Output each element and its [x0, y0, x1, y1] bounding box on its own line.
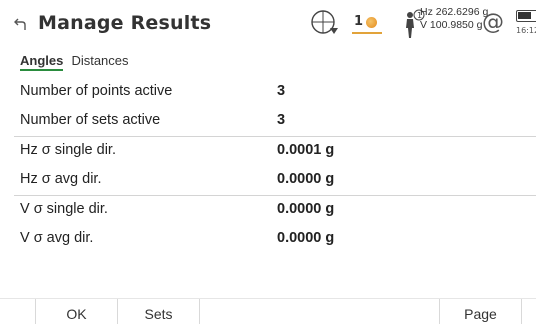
row-label: Number of sets active — [20, 112, 161, 128]
row-value: 0.0000 g — [277, 201, 335, 217]
results-table: Number of points active 3 Number of sets… — [0, 78, 536, 254]
at-sign-icon[interactable]: @ — [482, 10, 504, 35]
row-label: Hz σ single dir. — [20, 142, 116, 158]
tab-distances[interactable]: Distances — [71, 53, 128, 68]
sets-button[interactable]: Sets — [118, 299, 200, 324]
row-sets-active: Number of sets active 3 — [0, 107, 536, 136]
row-value: 0.0000 g — [277, 171, 335, 187]
back-arrow-icon[interactable] — [13, 16, 29, 32]
angle-readout: Hz 262.6296 g V 100.9850 g — [420, 6, 488, 32]
prism-number: 1 — [354, 14, 364, 29]
row-hz-single-dir: Hz σ single dir. 0.0001 g — [0, 137, 536, 166]
row-hz-avg-dir: Hz σ avg dir. 0.0000 g — [0, 166, 536, 195]
row-value: 0.0001 g — [277, 142, 335, 158]
prism-underline — [352, 32, 382, 34]
clock-time: 16:12 — [516, 26, 536, 35]
page-title: Manage Results — [38, 12, 212, 34]
battery-fill — [518, 12, 531, 19]
softkey-spacer — [0, 299, 36, 324]
prism-status-icon[interactable]: 1 — [352, 12, 390, 38]
empty-softkey[interactable] — [200, 299, 440, 324]
row-value: 0.0000 g — [277, 230, 335, 246]
row-label: Hz σ avg dir. — [20, 171, 102, 187]
tab-angles[interactable]: Angles — [20, 53, 64, 71]
row-v-single-dir: V σ single dir. 0.0000 g — [0, 196, 536, 225]
header-bar: Manage Results 1 1 Hz 262.6296 g V 100.9… — [0, 0, 536, 46]
row-label: Number of points active — [20, 83, 173, 99]
softkey-bar: OK Sets Page — [0, 298, 536, 324]
row-value: 3 — [277, 83, 286, 99]
row-value: 3 — [277, 112, 286, 128]
row-label: V σ single dir. — [20, 201, 108, 217]
target-crosshair-icon[interactable] — [308, 8, 342, 38]
ok-button[interactable]: OK — [36, 299, 118, 324]
tab-bar: Angles Distances — [20, 50, 132, 71]
row-points-active: Number of points active 3 — [0, 78, 536, 107]
page-button[interactable]: Page — [440, 299, 522, 324]
row-v-avg-dir: V σ avg dir. 0.0000 g — [0, 225, 536, 254]
hz-readout: Hz 262.6296 g — [420, 6, 489, 18]
v-readout: V 100.9850 g — [420, 19, 483, 31]
battery-icon[interactable] — [516, 10, 536, 22]
row-label: V σ avg dir. — [20, 230, 94, 246]
prism-dot-icon — [366, 17, 377, 28]
